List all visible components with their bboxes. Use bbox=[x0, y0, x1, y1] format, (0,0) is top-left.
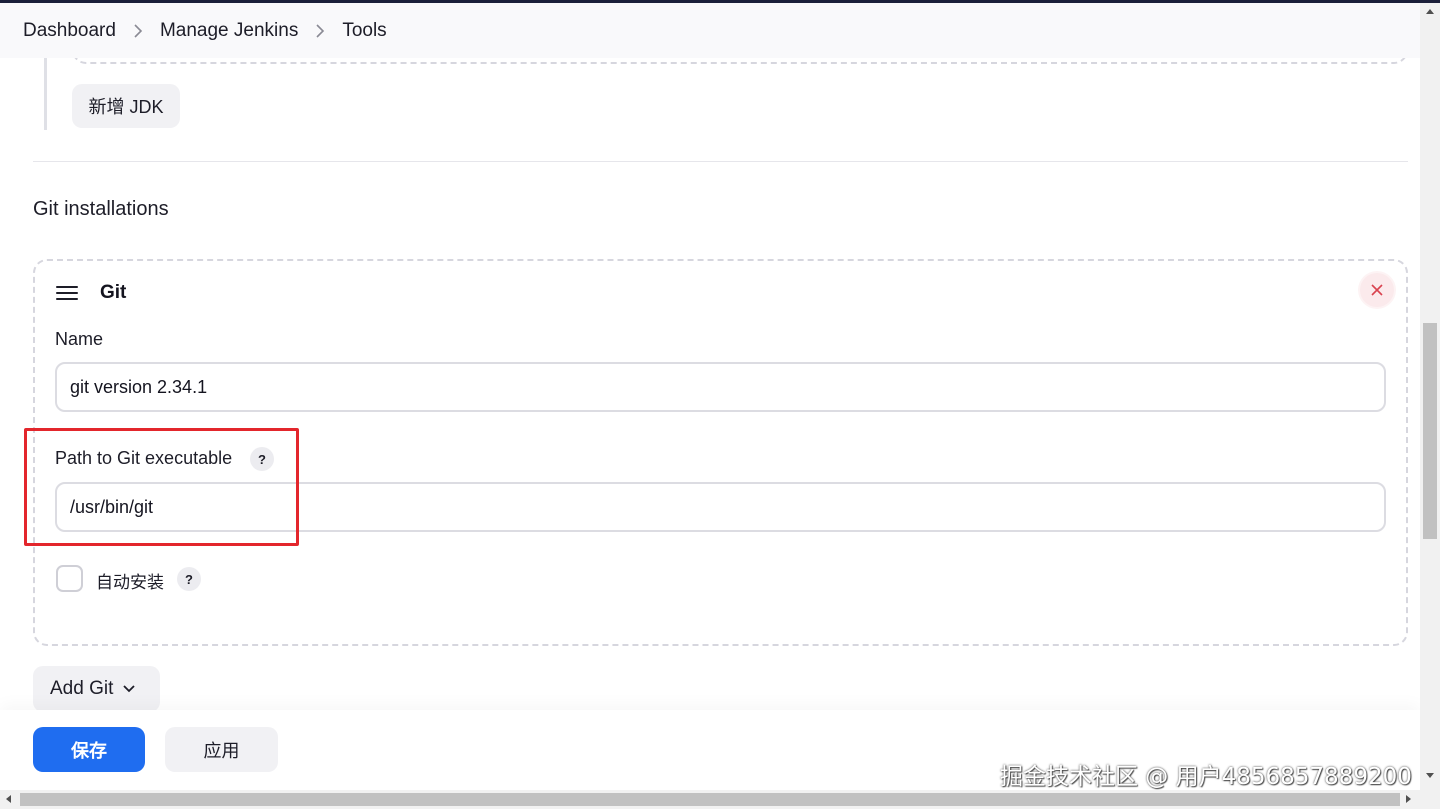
add-jdk-button[interactable]: 新增 JDK bbox=[72, 84, 180, 128]
add-git-button[interactable]: Add Git bbox=[33, 666, 160, 712]
help-icon[interactable]: ? bbox=[177, 567, 201, 591]
scroll-left-icon[interactable] bbox=[6, 795, 11, 803]
chevron-right-icon bbox=[116, 23, 160, 38]
auto-install-checkbox[interactable] bbox=[56, 565, 83, 592]
git-name-input[interactable] bbox=[55, 362, 1386, 412]
add-git-label: Add Git bbox=[50, 678, 114, 699]
vertical-scrollbar[interactable] bbox=[1420, 3, 1440, 790]
breadcrumb-dashboard[interactable]: Dashboard bbox=[23, 16, 116, 46]
name-field-label: Name bbox=[55, 329, 104, 349]
save-button[interactable]: 保存 bbox=[33, 727, 145, 772]
horizontal-scroll-thumb[interactable] bbox=[20, 793, 1400, 806]
chevron-right-icon bbox=[298, 23, 342, 38]
jdk-section-rail bbox=[44, 58, 47, 130]
horizontal-scrollbar[interactable] bbox=[0, 790, 1440, 809]
auto-install-label: 自动安装 bbox=[96, 573, 164, 592]
jenkins-tools-page: Dashboard Manage Jenkins Tools 新增 JDK Gi… bbox=[0, 0, 1440, 809]
path-field-label: Path to Git executable bbox=[55, 448, 233, 468]
help-icon[interactable]: ? bbox=[250, 447, 274, 471]
breadcrumb-manage-jenkins[interactable]: Manage Jenkins bbox=[160, 16, 298, 46]
chevron-down-icon bbox=[123, 685, 136, 693]
scroll-down-icon[interactable] bbox=[1426, 773, 1434, 778]
apply-button[interactable]: 应用 bbox=[165, 727, 278, 772]
git-installations-title: Git installations bbox=[33, 198, 169, 220]
breadcrumb: Dashboard Manage Jenkins Tools bbox=[0, 3, 1420, 58]
vertical-scroll-thumb[interactable] bbox=[1423, 323, 1437, 539]
delete-git-button[interactable] bbox=[1360, 273, 1394, 307]
git-installation-card: Git Name Path to Git executable ? 自动安装 ? bbox=[33, 259, 1408, 646]
section-divider bbox=[33, 161, 1408, 162]
scroll-up-icon[interactable] bbox=[1426, 9, 1434, 14]
breadcrumb-tools[interactable]: Tools bbox=[342, 16, 386, 46]
close-icon bbox=[1371, 284, 1383, 296]
hamburger-icon[interactable] bbox=[56, 286, 78, 300]
scroll-right-icon[interactable] bbox=[1406, 795, 1411, 803]
git-card-title: Git bbox=[100, 282, 127, 303]
watermark: 掘金技术社区 @ 用户4856857889200 bbox=[1000, 764, 1412, 790]
git-path-input[interactable] bbox=[55, 482, 1386, 532]
